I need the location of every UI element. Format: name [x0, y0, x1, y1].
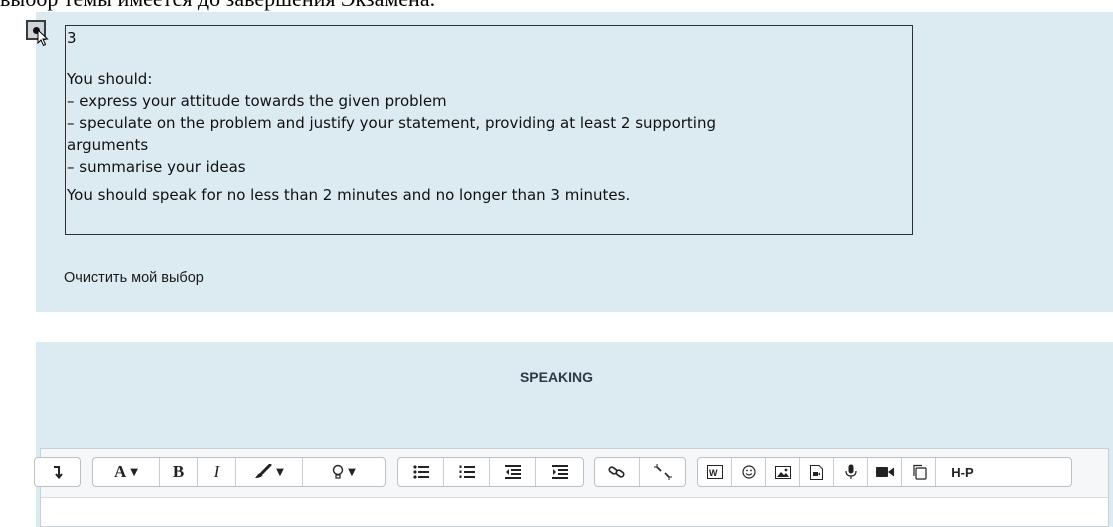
clear-choice-link[interactable]: Очистить мой выбор	[64, 270, 204, 286]
numbered-list-icon	[459, 465, 475, 478]
bold-button[interactable]: B	[160, 458, 198, 486]
caret-down-icon: ▼	[130, 466, 138, 478]
instruction-line: – speculate on the problem and justify y…	[67, 114, 716, 132]
word-paste-button[interactable]: W	[698, 458, 732, 486]
outdent-button[interactable]	[490, 458, 536, 486]
caret-down-icon: ▼	[348, 466, 356, 478]
option-radio[interactable]	[26, 20, 52, 48]
toolbar-group-links	[594, 457, 686, 487]
italic-button[interactable]: I	[198, 458, 236, 486]
paintbrush-icon	[255, 464, 272, 478]
collapse-arrow-icon	[53, 466, 63, 479]
option-number: 3	[67, 29, 77, 47]
option-content-box: 3 You should: – express your attitude to…	[65, 25, 913, 235]
smiley-icon	[741, 465, 756, 479]
instruction-line: – summarise your ideas	[67, 158, 246, 176]
image-icon	[774, 465, 791, 479]
unlink-icon	[653, 464, 672, 480]
speaking-title: SPEAKING	[519, 369, 594, 385]
word-icon: W	[706, 465, 723, 479]
toolbar-group-media: W H-P	[697, 457, 1072, 487]
media-button[interactable]	[800, 458, 834, 486]
link-icon	[608, 466, 625, 478]
toolbar-group-collapse	[34, 457, 81, 487]
instruction-line: You should:	[67, 70, 153, 88]
indent-button[interactable]	[536, 458, 583, 486]
instruction-line: You should speak for no less than 2 minu…	[67, 186, 631, 204]
unlink-button[interactable]	[640, 458, 685, 486]
toolbar-group-style: A ▼ B I ▼ ▼	[92, 457, 386, 487]
mouse-cursor-icon	[37, 29, 49, 47]
indent-icon	[551, 465, 568, 479]
manage-files-button[interactable]	[902, 458, 936, 486]
media-file-icon	[810, 464, 823, 480]
record-audio-button[interactable]	[834, 458, 868, 486]
insert-link-button[interactable]	[595, 458, 641, 486]
instruction-text: выбор темы имеется до завершения Экзамен…	[0, 0, 435, 12]
toolbar-group-lists	[397, 457, 584, 487]
lightbulb-icon	[332, 464, 344, 479]
font-size-button[interactable]: A ▼	[93, 458, 160, 486]
font-label: A	[114, 462, 127, 481]
svg-text:W: W	[709, 468, 718, 478]
collapse-toggle-button[interactable]	[35, 458, 80, 486]
emoticon-button[interactable]	[732, 458, 766, 486]
bullet-list-icon	[412, 465, 429, 479]
copy-files-icon	[912, 464, 927, 480]
microphone-icon	[844, 464, 857, 479]
insert-image-button[interactable]	[766, 458, 800, 486]
instruction-line: arguments	[67, 136, 149, 154]
ordered-list-button[interactable]	[444, 458, 490, 486]
text-color-button[interactable]: ▼	[236, 458, 303, 486]
instruction-line: – express your attitude towards the give…	[67, 92, 447, 110]
h5p-button[interactable]: H-P	[936, 458, 989, 486]
video-camera-icon	[875, 467, 894, 477]
outdent-icon	[504, 465, 521, 479]
caret-down-icon: ▼	[276, 466, 284, 478]
record-video-button[interactable]	[868, 458, 902, 486]
highlight-button[interactable]: ▼	[303, 458, 385, 486]
unordered-list-button[interactable]	[398, 458, 444, 486]
